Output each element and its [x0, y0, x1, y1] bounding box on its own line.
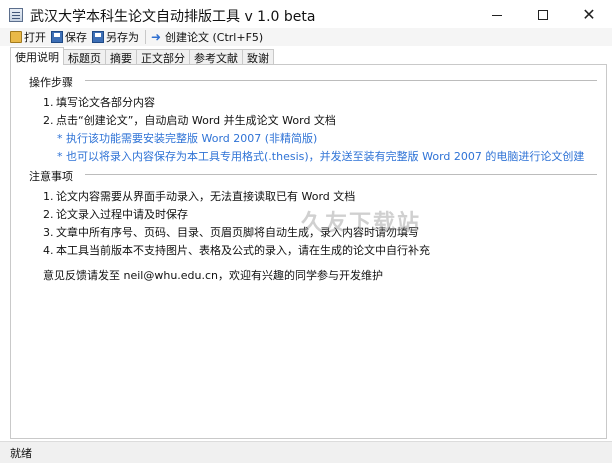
note-text: 本工具当前版本不支持图片、表格及公式的录入，请在生成的论文中自行补充	[56, 244, 430, 257]
save-as-button[interactable]: 另存为	[90, 28, 142, 46]
open-label: 打开	[24, 31, 46, 44]
note-text: 论文内容需要从界面手动录入，无法直接读取已有 Word 文档	[56, 190, 356, 203]
tab-title-page[interactable]: 标题页	[63, 49, 106, 65]
note-number: 3.	[43, 226, 54, 239]
tab-body[interactable]: 正文部分	[136, 49, 190, 65]
tab-label: 使用说明	[15, 50, 59, 64]
notes-divider	[85, 174, 597, 175]
note-number: 4.	[43, 244, 54, 257]
status-text: 就绪	[10, 446, 32, 460]
save-as-label: 另存为	[106, 31, 139, 44]
notes-heading: 注意事项	[29, 170, 73, 183]
minimize-icon	[492, 14, 502, 16]
floppy-disk-icon	[51, 31, 63, 43]
watermark: 久友下载站	[301, 211, 422, 236]
create-thesis-button[interactable]: ➜ 创建论文 (Ctrl+F5)	[149, 28, 266, 46]
step-note: * 也可以将录入内容保存为本工具专用格式(.thesis)，并发送至装有完整版 …	[57, 150, 585, 163]
title-bar: 武汉大学本科生论文自动排版工具 v 1.0 beta ✕	[0, 0, 612, 30]
steps-heading: 操作步骤	[29, 76, 73, 89]
save-button[interactable]: 保存	[49, 28, 90, 46]
folder-open-icon	[10, 31, 22, 43]
step-text: 点击“创建论文”，自动启动 Word 并生成论文 Word 文档	[56, 114, 336, 127]
save-label: 保存	[65, 31, 87, 44]
step-text: 填写论文各部分内容	[56, 96, 155, 109]
note-item: 4. 本工具当前版本不支持图片、表格及公式的录入，请在生成的论文中自行补充	[43, 242, 430, 258]
step-number: 2.	[43, 114, 54, 127]
minimize-button[interactable]	[474, 0, 520, 30]
instructions-panel: 操作步骤 1. 填写论文各部分内容 2. 点击“创建论文”，自动启动 Word 并生…	[10, 64, 607, 439]
step-item: 2. 点击“创建论文”，自动启动 Word 并生成论文 Word 文档	[43, 112, 336, 128]
create-thesis-label: 创建论文 (Ctrl+F5)	[165, 31, 264, 44]
status-bar: 就绪	[0, 441, 612, 463]
step-item: 1. 填写论文各部分内容	[43, 94, 155, 110]
toolbar-separator	[145, 30, 146, 44]
close-icon: ✕	[582, 5, 596, 24]
steps-divider	[85, 80, 597, 81]
maximize-icon	[538, 10, 548, 20]
tab-acknowledgements[interactable]: 致谢	[242, 49, 274, 65]
window-title: 武汉大学本科生论文自动排版工具 v 1.0 beta	[30, 9, 316, 25]
tab-references[interactable]: 参考文献	[189, 49, 243, 65]
arrow-right-icon: ➜	[151, 30, 162, 44]
toolbar: 打开 保存 另存为 ➜ 创建论文 (Ctrl+F5)	[0, 28, 612, 46]
tab-instructions[interactable]: 使用说明	[10, 47, 64, 65]
step-number: 1.	[43, 96, 54, 109]
note-number: 1.	[43, 190, 54, 203]
save-as-icon	[92, 31, 104, 43]
step-note: * 执行该功能需要安装完整版 Word 2007 (非精简版)	[57, 132, 318, 145]
note-item: 1. 论文内容需要从界面手动录入，无法直接读取已有 Word 文档	[43, 188, 355, 204]
close-button[interactable]: ✕	[566, 0, 612, 30]
note-text: 论文录入过程中请及时保存	[56, 208, 188, 221]
app-icon	[9, 8, 23, 22]
note-item: 2. 论文录入过程中请及时保存	[43, 206, 188, 222]
feedback-text: 意见反馈请发至 neil@whu.edu.cn，欢迎有兴趣的同学参与开发维护	[43, 269, 384, 282]
maximize-button[interactable]	[520, 0, 566, 30]
tab-strip: 使用说明 标题页 摘要 正文部分 参考文献 致谢	[10, 47, 274, 65]
note-number: 2.	[43, 208, 54, 221]
tab-abstract[interactable]: 摘要	[105, 49, 137, 65]
open-button[interactable]: 打开	[8, 28, 49, 46]
